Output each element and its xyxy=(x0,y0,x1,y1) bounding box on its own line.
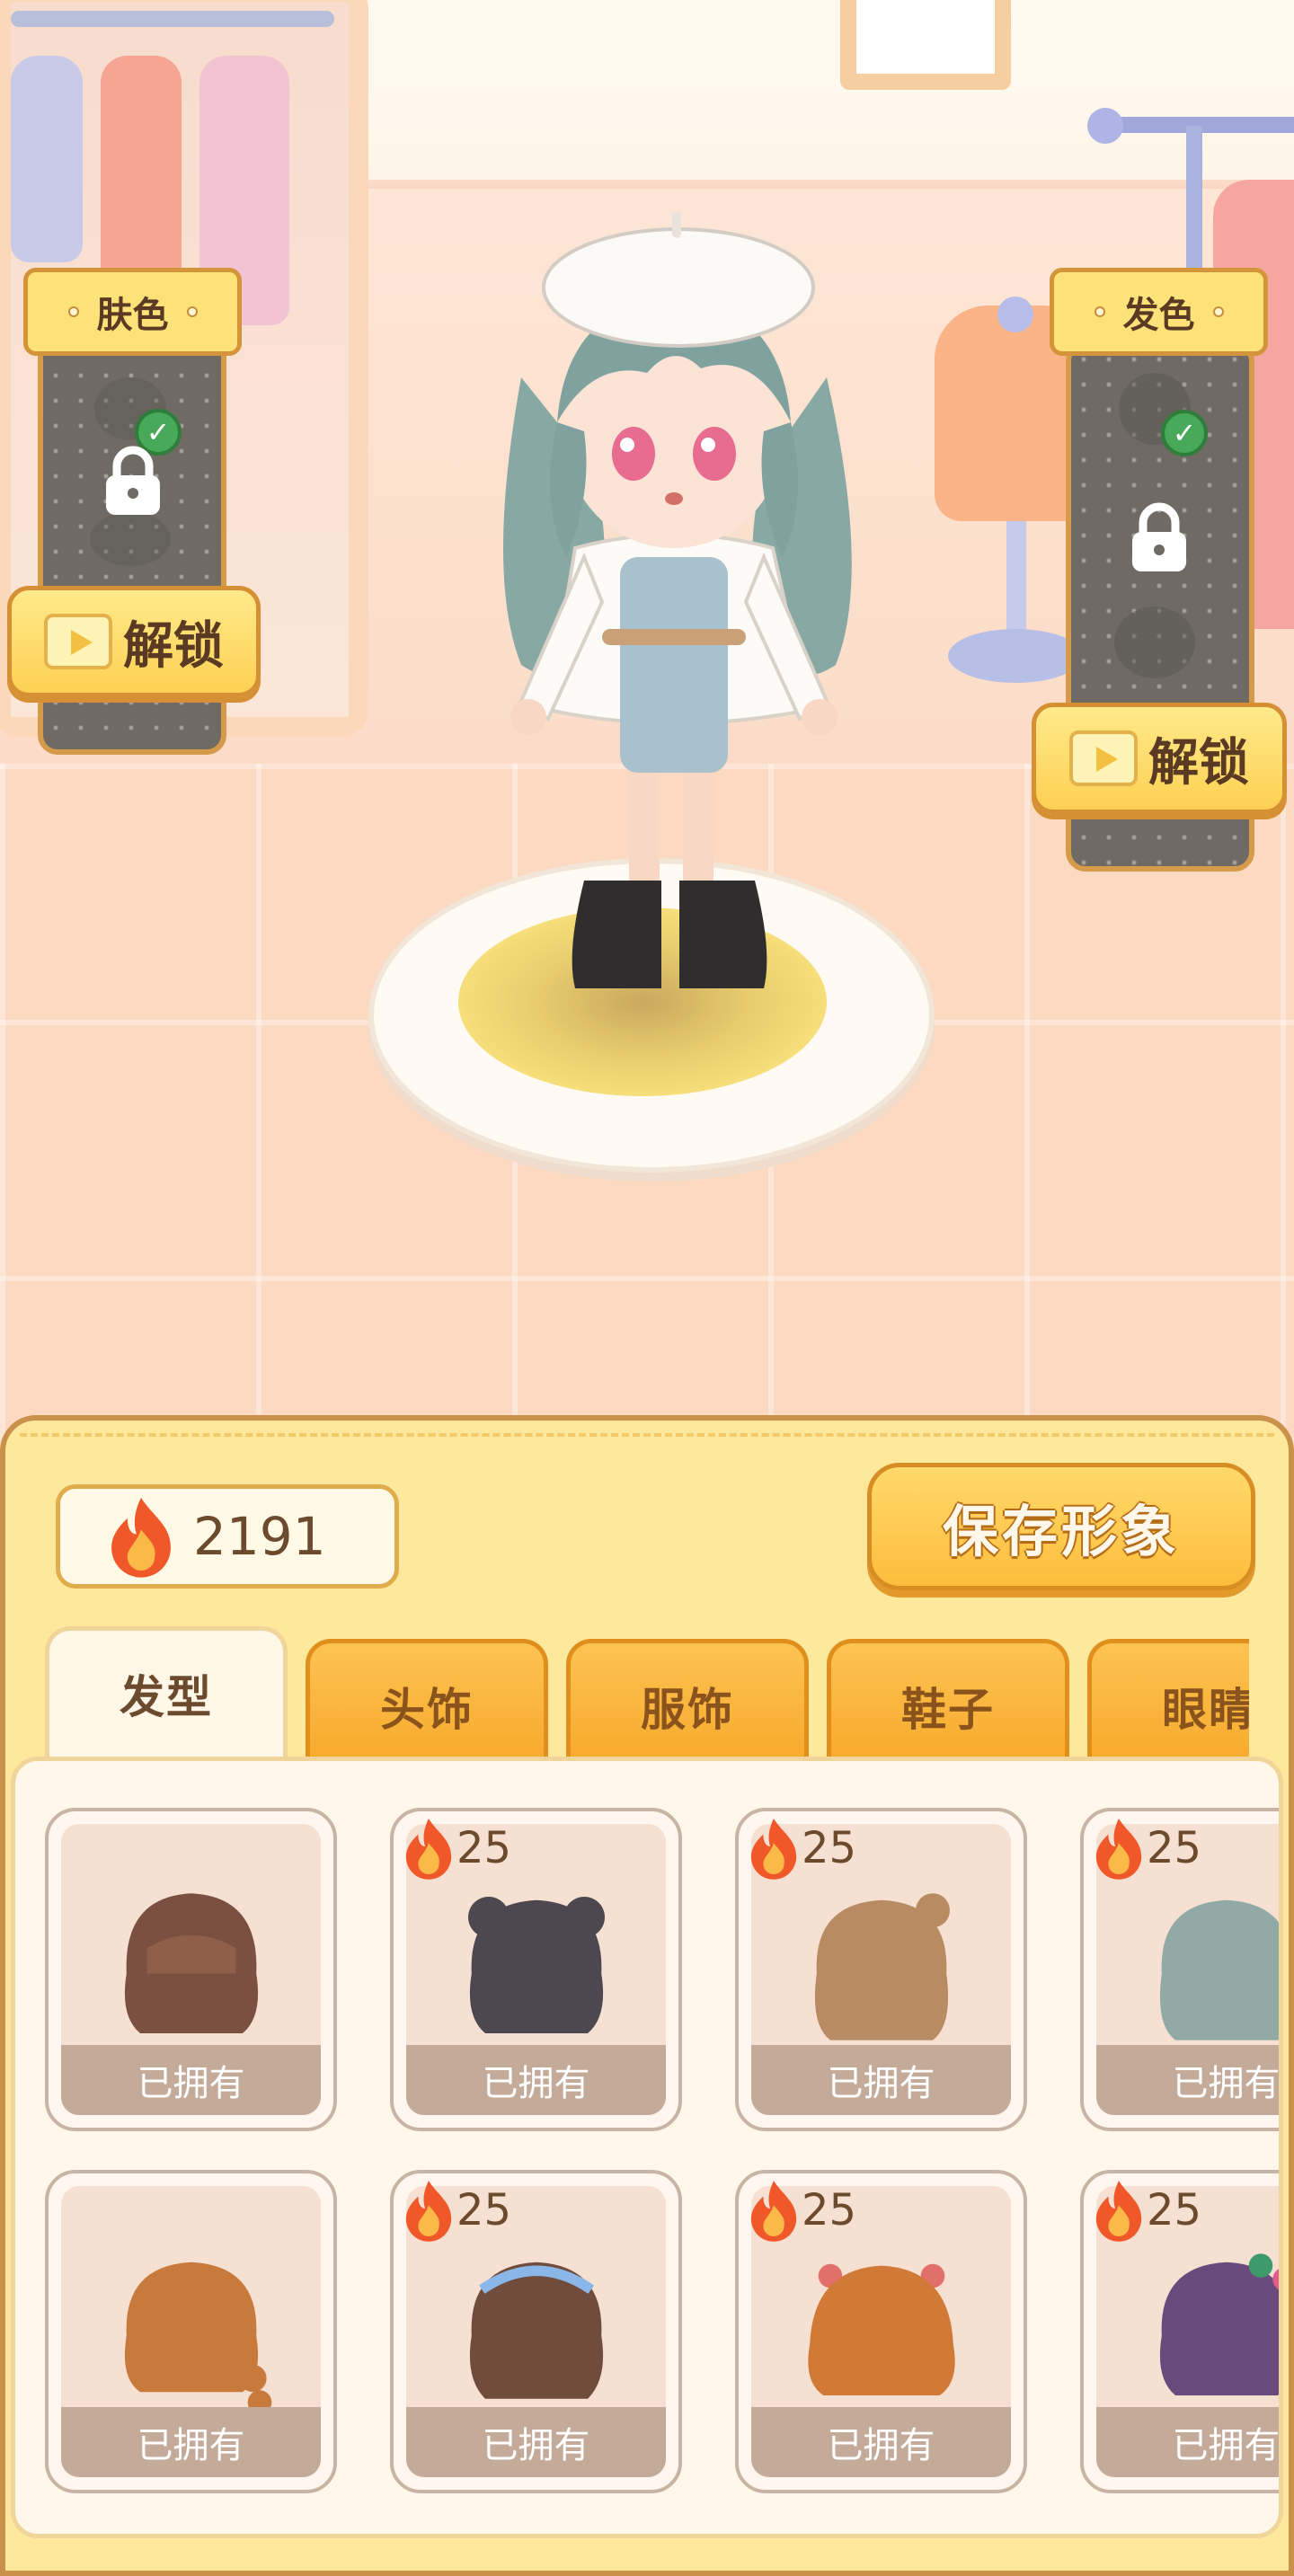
flame-icon xyxy=(750,1819,797,1880)
price-tag: 25 xyxy=(403,1817,511,1880)
hair-item[interactable]: 25 已拥有 xyxy=(390,1808,682,2131)
price-tag: 25 xyxy=(1093,2179,1201,2242)
save-look-button[interactable]: 保存形象 xyxy=(867,1463,1255,1590)
price-value: 25 xyxy=(1147,1823,1202,1873)
currency-display: 2191 xyxy=(56,1484,399,1589)
hair-item[interactable]: 已拥有 xyxy=(45,2170,337,2493)
hairstyle-icon xyxy=(1159,1899,1279,2040)
character-avatar[interactable] xyxy=(467,198,881,1006)
price-tag: 25 xyxy=(748,2179,856,2242)
tab-headwear[interactable]: 头饰 xyxy=(306,1639,548,1765)
lock-icon xyxy=(106,446,160,515)
tab-hairstyle[interactable]: 发型 xyxy=(45,1626,288,1770)
price-value: 25 xyxy=(802,1823,857,1873)
hair-unlock-button[interactable]: 解锁 xyxy=(1032,703,1287,814)
tab-shoes[interactable]: 鞋子 xyxy=(827,1639,1069,1765)
hair-item[interactable]: 25 已拥有 xyxy=(390,2170,682,2493)
hair-item[interactable]: 25 已拥有 xyxy=(735,2170,1027,2493)
price-value: 25 xyxy=(1147,2185,1202,2235)
hairstyle-icon xyxy=(467,1897,605,2033)
hair-unlock-label: 解锁 xyxy=(1148,733,1249,792)
skin-unlock-button[interactable]: 解锁 xyxy=(7,586,261,697)
price-tag: 25 xyxy=(748,1817,856,1880)
flame-icon xyxy=(405,2181,452,2242)
hair-item[interactable]: 已拥有 xyxy=(45,1808,337,2131)
video-icon xyxy=(44,614,112,669)
owned-badge: 已拥有 xyxy=(61,2407,321,2477)
wall-picture xyxy=(840,0,1011,90)
hairstyle-icon xyxy=(124,1893,258,2033)
tab-eyes[interactable]: 眼睛 xyxy=(1087,1639,1249,1765)
currency-amount: 2191 xyxy=(193,1506,326,1567)
hair-item[interactable]: 25 已拥有 xyxy=(1080,2170,1279,2493)
skin-unlock-label: 解锁 xyxy=(123,616,224,676)
owned-badge: 已拥有 xyxy=(61,2045,321,2115)
check-icon: ✓ xyxy=(1161,410,1208,456)
owned-badge: 已拥有 xyxy=(751,2045,1011,2115)
skin-swatch[interactable] xyxy=(90,512,171,566)
owned-badge: 已拥有 xyxy=(406,2407,666,2477)
hairstyle-icon xyxy=(807,2263,955,2395)
lock-icon xyxy=(1132,502,1186,571)
flame-icon xyxy=(405,1819,452,1880)
hair-color-label: 发色 xyxy=(1122,295,1195,336)
character-figure xyxy=(503,211,852,988)
hanging-clothes xyxy=(11,56,83,262)
hanging-clothes xyxy=(101,56,182,298)
flame-icon xyxy=(1095,2181,1142,2242)
owned-badge: 已拥有 xyxy=(406,2045,666,2115)
item-grid: 已拥有 25 已拥有 25 已拥有 25 已拥有 已拥有 25 已拥有 25 已… xyxy=(11,1757,1283,2538)
video-icon xyxy=(1069,730,1138,786)
skin-color-title: 肤色 xyxy=(23,268,242,356)
category-tabs: 鞋子 眼睛 服饰 头饰 发型 xyxy=(45,1626,1249,1770)
flame-icon xyxy=(750,2181,797,2242)
price-value: 25 xyxy=(456,1823,512,1873)
price-tag: 25 xyxy=(1093,1817,1201,1880)
flame-icon xyxy=(111,1497,171,1578)
hair-item[interactable]: 25 已拥有 xyxy=(735,1808,1027,2131)
hairstyle-icon xyxy=(124,2262,271,2412)
tab-clothing[interactable]: 服饰 xyxy=(566,1639,809,1765)
price-value: 25 xyxy=(456,2185,512,2235)
price-value: 25 xyxy=(802,2185,857,2235)
price-tag: 25 xyxy=(403,2179,511,2242)
clothes-rail xyxy=(11,11,334,27)
skin-color-label: 肤色 xyxy=(96,295,169,336)
flame-icon xyxy=(1095,1819,1142,1880)
hairstyle-icon xyxy=(1159,2253,1279,2395)
hair-item[interactable]: 25 已拥有 xyxy=(1080,1808,1279,2131)
hair-swatch[interactable] xyxy=(1114,606,1195,678)
owned-badge: 已拥有 xyxy=(751,2407,1011,2477)
hair-color-title: 发色 xyxy=(1050,268,1268,356)
owned-badge: 已拥有 xyxy=(1096,2407,1279,2477)
owned-badge: 已拥有 xyxy=(1096,2045,1279,2115)
hairstyle-icon xyxy=(469,2262,603,2399)
hairstyle-icon xyxy=(814,1893,950,2040)
